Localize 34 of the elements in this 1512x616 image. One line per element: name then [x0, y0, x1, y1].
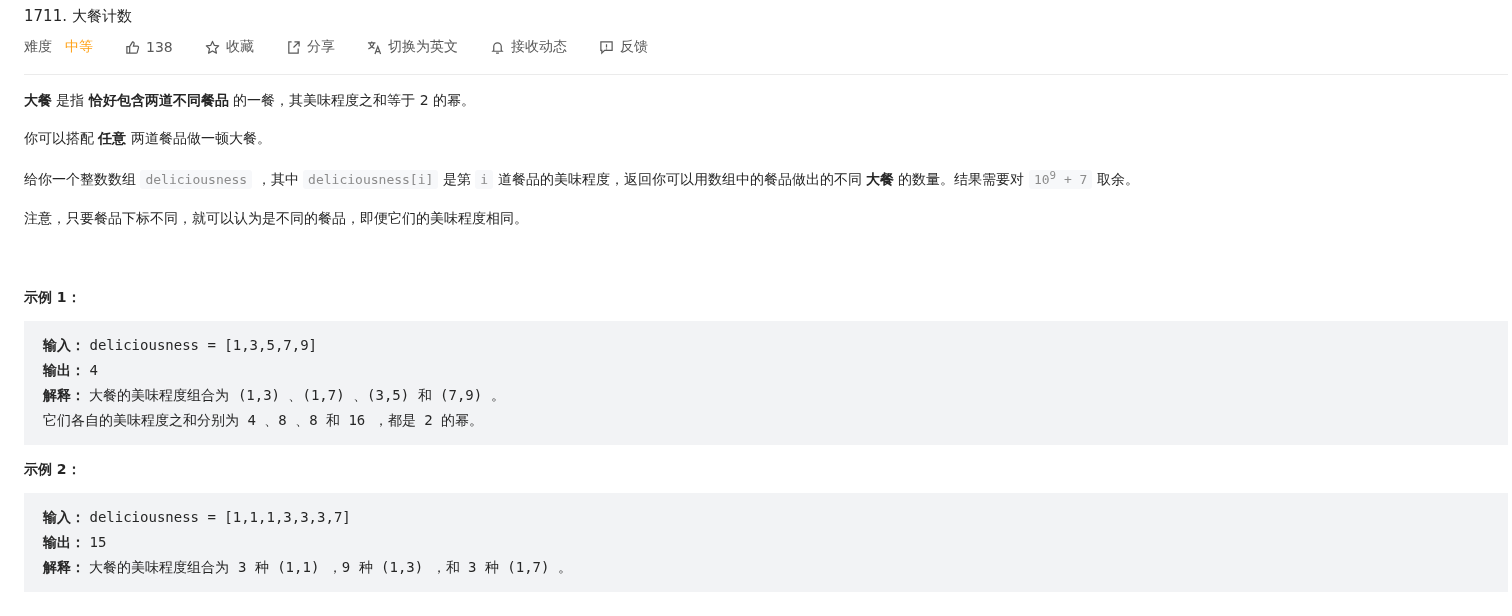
example-label: 输入： — [43, 509, 85, 526]
difficulty-value: 中等 — [65, 38, 93, 56]
example-heading: 示例 1： — [24, 289, 82, 308]
star-button[interactable]: 收藏 — [204, 38, 254, 56]
description-paragraph: 你可以搭配 任意 两道餐品做一顿大餐。 — [24, 129, 272, 148]
example-value: 它们各自的美味程度之和分别为 4 、8 、8 和 16 ，都是 2 的幂。 — [43, 412, 483, 429]
example-value: 大餐的美味程度组合为 (1,3) 、(1,7) 、(3,5) 和 (7,9) 。 — [89, 387, 505, 404]
example-label: 输入： — [43, 337, 85, 354]
problem-title: 1711. 大餐计数 — [24, 6, 133, 27]
description-paragraph: 给你一个整数数组 deliciousness ，其中 deliciousness[i] 是第 i 道餐品的美味程度，返回你可以用数组中的餐品做出的不同 大餐 的数量。结果需要对 10$^{9}$ + 7 取余。 — [24, 168, 1140, 192]
example-label: 输出： — [43, 534, 85, 551]
bell-button[interactable]: 接收动态 — [489, 38, 567, 56]
feedback-icon — [598, 39, 614, 55]
difficulty-label: 难度 — [24, 38, 52, 56]
bell-icon — [489, 39, 505, 55]
example-label: 解释： — [43, 559, 85, 576]
translate-icon — [366, 39, 382, 55]
example-value: deliciousness = [1,1,1,3,3,3,7] — [89, 509, 351, 526]
example-value: 4 — [89, 362, 98, 379]
description-paragraph: 大餐 是指 恰好包含两道不同餐品 的一餐，其美味程度之和等于 2 的幂。 — [24, 91, 477, 110]
star-icon — [204, 39, 220, 55]
example-label: 输出： — [43, 362, 85, 379]
description-paragraph: 注意，只要餐品下标不同，就可以认为是不同的餐品，即便它们的美味程度相同。 — [24, 209, 529, 229]
example-heading: 示例 2： — [24, 461, 82, 480]
like-button[interactable]: 138 — [125, 39, 173, 55]
example-value: 大餐的美味程度组合为 3 种 (1,1) ，9 种 (1,3) ，和 3 种 (1,7) 。 — [89, 559, 572, 576]
translate-button[interactable]: 切换为英文 — [366, 38, 458, 56]
share-button[interactable]: 分享 — [285, 38, 335, 56]
example-value: deliciousness = [1,3,5,7,9] — [89, 337, 318, 354]
share-icon — [285, 39, 301, 55]
example-value: 15 — [89, 534, 107, 551]
thumbs-up-icon — [125, 39, 140, 55]
example-label: 解释： — [43, 387, 85, 404]
feedback-button[interactable]: 反馈 — [598, 38, 648, 56]
